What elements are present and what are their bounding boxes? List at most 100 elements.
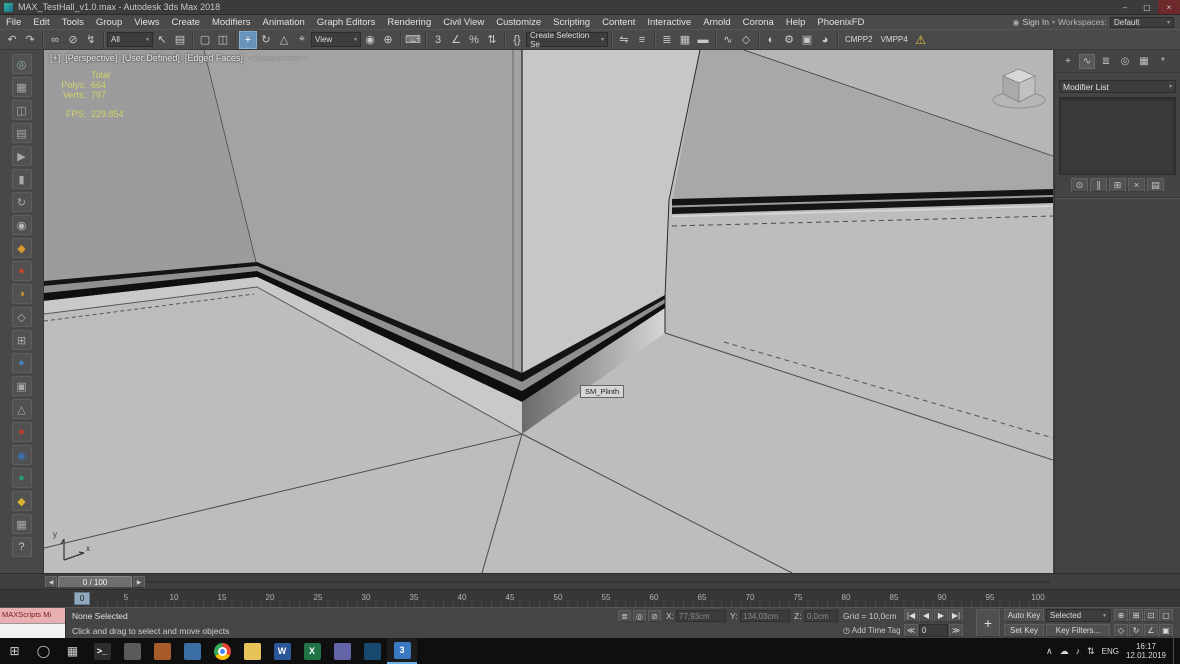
menu-views[interactable]: Views xyxy=(128,15,165,29)
viewport-menu-general[interactable]: [+] xyxy=(50,53,60,63)
select-and-rotate-icon[interactable]: ↻ xyxy=(257,31,275,49)
maxscript-listener-pink[interactable]: MAXScripts Mi xyxy=(0,608,65,623)
viewport-canvas[interactable] xyxy=(44,50,1053,573)
close-button[interactable]: × xyxy=(1158,0,1180,14)
use-pivot-point-icon[interactable]: ◉ xyxy=(361,31,379,49)
align-icon[interactable]: ≡ xyxy=(633,31,651,49)
auto-key-button[interactable]: Auto Key xyxy=(1004,609,1044,622)
maxscript-listener-white[interactable] xyxy=(0,623,65,638)
left-toolbar-icon[interactable]: ◑ xyxy=(11,284,32,304)
select-object-icon[interactable]: ↖ xyxy=(153,31,171,49)
window-crossing-icon[interactable]: ◫ xyxy=(214,31,232,49)
taskbar-clock[interactable]: 16:17 12.01.2019 xyxy=(1126,642,1166,660)
viewport-menu-pov[interactable]: [Perspective] xyxy=(65,53,117,63)
scene-explorer-icon[interactable]: ≣ xyxy=(658,31,676,49)
modifier-stack[interactable] xyxy=(1059,97,1176,175)
go-to-start-button[interactable]: |◀ xyxy=(904,609,918,622)
selection-lock-icon[interactable]: ⊘ xyxy=(648,610,661,622)
left-toolbar-icon[interactable]: ▣ xyxy=(11,376,32,396)
taskbar-app[interactable] xyxy=(117,638,147,664)
left-toolbar-icon[interactable]: ◫ xyxy=(11,100,32,120)
task-view-icon[interactable]: ▦ xyxy=(58,638,87,664)
menu-create[interactable]: Create xyxy=(165,15,206,29)
taskbar-app-excel[interactable]: X xyxy=(297,638,327,664)
select-by-name-icon[interactable]: ▤ xyxy=(171,31,189,49)
sign-in-button[interactable]: Sign In xyxy=(1023,17,1049,27)
key-back-button[interactable]: ≪ xyxy=(904,624,918,637)
time-slider-track[interactable] xyxy=(146,581,1050,583)
keyboard-override-icon[interactable]: ⌨ xyxy=(404,31,422,49)
current-frame-field[interactable]: 0 xyxy=(919,624,948,637)
select-and-manipulate-icon[interactable]: ⊕ xyxy=(379,31,397,49)
left-toolbar-icon[interactable]: ⊞ xyxy=(11,330,32,350)
key-mode-select[interactable]: Selected ▾ xyxy=(1046,609,1110,622)
rectangular-selection-region-icon[interactable]: ▢ xyxy=(196,31,214,49)
volume-icon[interactable]: ♪ xyxy=(1076,646,1081,656)
add-time-tag[interactable]: ◷ Add Time Tag xyxy=(843,626,901,635)
taskbar-app[interactable] xyxy=(147,638,177,664)
modifier-list-dropdown[interactable]: Modifier List ▾ xyxy=(1059,80,1176,93)
restore-button[interactable]: ▢ xyxy=(1136,0,1158,14)
status-bar-options-icon[interactable]: ≣ xyxy=(618,610,631,622)
taskbar-app[interactable] xyxy=(357,638,387,664)
maximize-viewport-icon[interactable]: ▣ xyxy=(1159,624,1173,637)
go-to-end-button[interactable]: ▶| xyxy=(949,609,963,622)
make-unique-button[interactable]: ⊞ xyxy=(1109,178,1126,192)
menu-group[interactable]: Group xyxy=(90,15,128,29)
curve-editor-icon[interactable]: ∿ xyxy=(719,31,737,49)
show-desktop-button[interactable] xyxy=(1173,638,1177,664)
tab-hierarchy[interactable]: ≣ xyxy=(1098,54,1114,69)
workspace-select[interactable]: Default ▾ xyxy=(1110,16,1174,28)
select-and-move-icon[interactable]: + xyxy=(239,30,257,49)
menu-interactive[interactable]: Interactive xyxy=(641,15,697,29)
spinner-snap-icon[interactable]: ⇅ xyxy=(483,31,501,49)
rendered-frame-window-icon[interactable]: ▣ xyxy=(798,31,816,49)
vmpp4-button[interactable]: VMPP4 xyxy=(877,35,912,44)
snaps-toggle-icon[interactable]: 3 xyxy=(429,31,447,49)
taskbar-app-terminal[interactable]: >_ xyxy=(87,638,117,664)
percent-snap-icon[interactable]: % xyxy=(465,31,483,49)
left-toolbar-icon[interactable]: ▦ xyxy=(11,514,32,534)
set-keys-button[interactable]: + xyxy=(976,609,1000,637)
time-slider-prev-button[interactable]: ◀ xyxy=(45,576,57,588)
schematic-view-icon[interactable]: ◇ xyxy=(737,31,755,49)
angle-snap-icon[interactable]: ∠ xyxy=(447,31,465,49)
language-indicator[interactable]: ENG xyxy=(1102,647,1119,656)
left-toolbar-icon[interactable]: ◇ xyxy=(11,307,32,327)
redo-icon[interactable]: ↷ xyxy=(21,31,39,49)
taskbar-app[interactable] xyxy=(327,638,357,664)
named-selection-sets-select[interactable]: Create Selection Se ▾ xyxy=(526,31,608,49)
mirror-icon[interactable]: ⇋ xyxy=(615,31,633,49)
configure-modifier-sets-button[interactable]: ▤ xyxy=(1147,178,1164,192)
select-and-scale-icon[interactable]: △ xyxy=(275,31,293,49)
menu-content[interactable]: Content xyxy=(596,15,641,29)
orbit-icon[interactable]: ↻ xyxy=(1129,624,1143,637)
zoom-all-icon[interactable]: ⊞ xyxy=(1129,609,1143,622)
key-filters-button[interactable]: Key Filters... xyxy=(1046,624,1110,637)
layer-explorer-icon[interactable]: ▦ xyxy=(676,31,694,49)
viewport-menu-view[interactable]: [User Defined] xyxy=(122,53,180,63)
menu-file[interactable]: File xyxy=(0,15,27,29)
left-toolbar-icon[interactable]: ◆ xyxy=(11,238,32,258)
left-toolbar-icon-help[interactable]: ? xyxy=(11,537,32,557)
edit-named-selection-sets-icon[interactable]: {} xyxy=(508,31,526,49)
isolate-selection-icon[interactable]: ◎ xyxy=(633,610,646,622)
play-button[interactable]: ▶ xyxy=(934,609,948,622)
left-toolbar-icon[interactable]: ▶ xyxy=(11,146,32,166)
menu-animation[interactable]: Animation xyxy=(257,15,311,29)
maxscript-mini-listener[interactable]: MAXScripts Mi xyxy=(0,608,66,638)
start-button[interactable]: ⊞ xyxy=(0,638,29,664)
search-icon[interactable]: ◯ xyxy=(29,638,58,664)
render-production-icon[interactable]: ◕ xyxy=(816,31,834,49)
tab-utilities[interactable]: * xyxy=(1155,54,1171,69)
key-forward-button[interactable]: ≫ xyxy=(949,624,963,637)
menu-corona[interactable]: Corona xyxy=(737,15,780,29)
minimize-button[interactable]: – xyxy=(1114,0,1136,14)
zoom-icon[interactable]: ⊕ xyxy=(1114,609,1128,622)
left-toolbar-icon[interactable]: ↻ xyxy=(11,192,32,212)
taskbar-app-chrome[interactable] xyxy=(207,638,237,664)
left-toolbar-icon[interactable]: ● xyxy=(11,261,32,281)
tab-modify[interactable]: ∿ xyxy=(1079,54,1095,69)
track-bar[interactable]: 0 5 10 15 20 25 30 35 40 45 50 55 60 65 … xyxy=(0,589,1180,607)
perspective-viewport[interactable]: [+] [Perspective] [User Defined] [Edged … xyxy=(44,50,1053,573)
